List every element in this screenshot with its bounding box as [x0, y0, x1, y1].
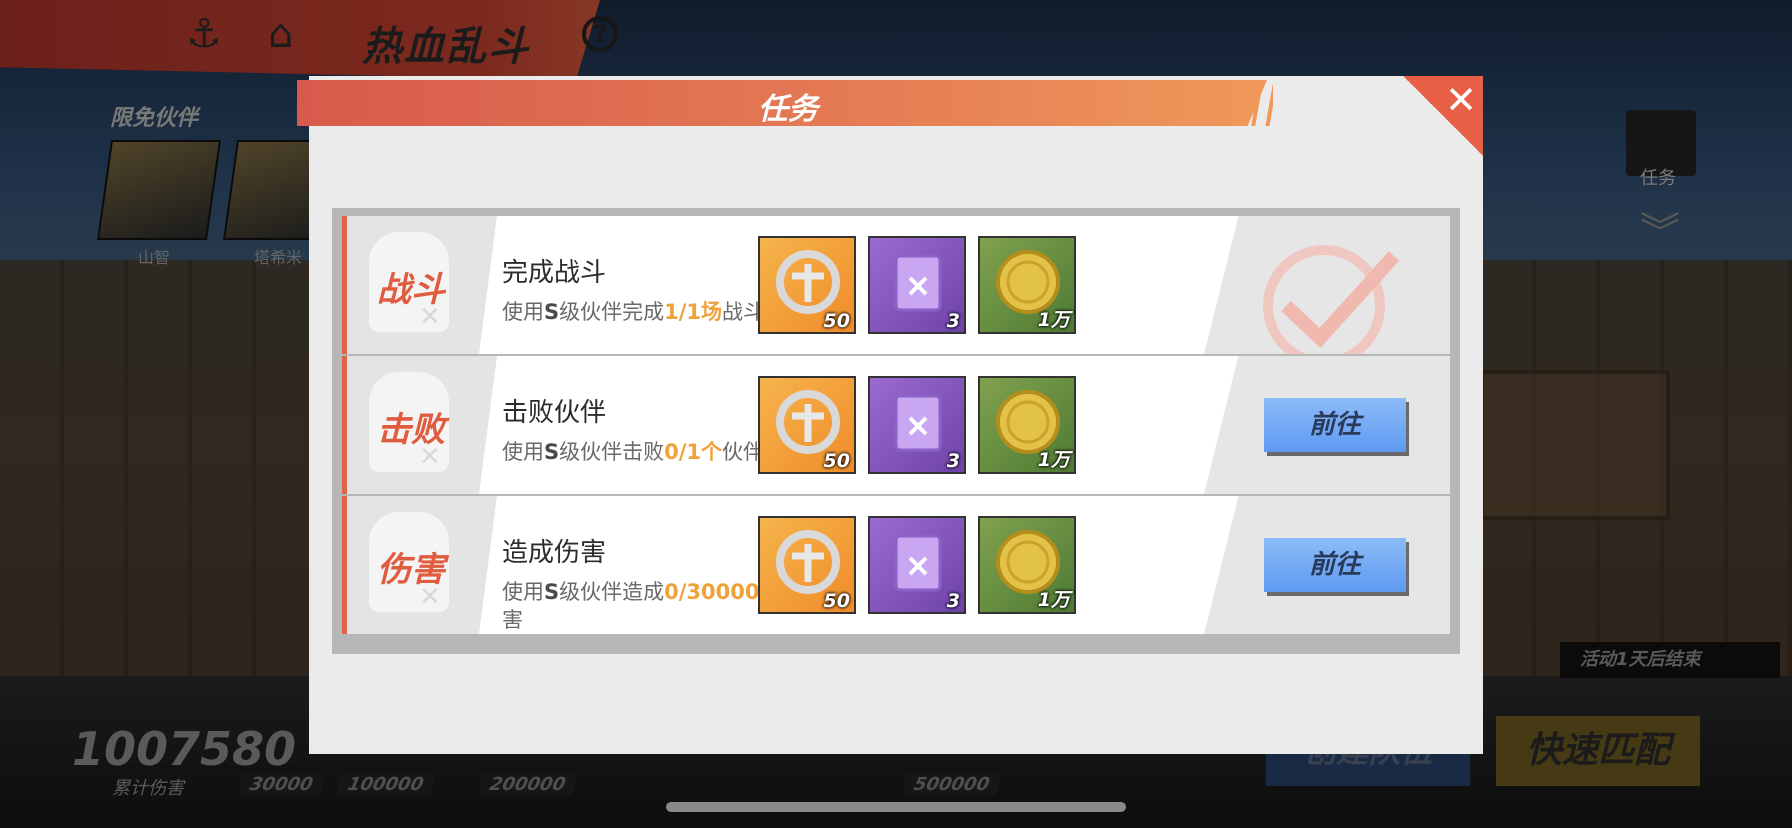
row-accent	[342, 356, 347, 494]
badge-icon	[776, 250, 840, 314]
badge-icon	[776, 530, 840, 594]
task-progress: 0/1	[664, 440, 702, 464]
task-tag: ✕ 伤害	[347, 496, 497, 634]
reward-count: 3	[946, 590, 960, 612]
reward-item[interactable]: 3	[868, 516, 966, 614]
task-progress: 0/30000	[664, 580, 760, 604]
reward-count: 3	[946, 310, 960, 332]
close-button[interactable]: ✕	[1403, 76, 1483, 156]
badge-icon	[776, 390, 840, 454]
task-tag: ✕ 战斗	[347, 216, 497, 354]
task-tag-label: 战斗	[377, 270, 445, 310]
reward-item[interactable]: 1万	[978, 376, 1076, 474]
task-modal: 任务 ✕ ✕ 战斗 完成战斗 使用S级伙伴完成1/1场战斗 50 3 1万 ✕ …	[297, 76, 1483, 754]
modal-title: 任务	[758, 92, 818, 127]
reward-item[interactable]: 50	[758, 516, 856, 614]
close-icon[interactable]: ✕	[1445, 78, 1477, 122]
go-button[interactable]: 前往	[1264, 538, 1406, 592]
task-list: ✕ 战斗 完成战斗 使用S级伙伴完成1/1场战斗 50 3 1万 ✕ 击败 击败…	[332, 208, 1460, 654]
row-accent	[342, 496, 347, 634]
reward-item[interactable]: 1万	[978, 236, 1076, 334]
reward-count: 50	[823, 590, 850, 612]
task-row: ✕ 战斗 完成战斗 使用S级伙伴完成1/1场战斗 50 3 1万	[342, 216, 1450, 354]
exp-book-icon	[894, 534, 942, 592]
reward-count: 1万	[1037, 449, 1070, 471]
reward-count: 1万	[1037, 589, 1070, 611]
go-button[interactable]: 前往	[1264, 398, 1406, 452]
task-tag-label: 击败	[377, 410, 445, 450]
task-tag: ✕ 击败	[347, 356, 497, 494]
exp-book-icon	[894, 254, 942, 312]
task-name: 击败伙伴	[502, 398, 607, 428]
completed-check-icon	[1263, 245, 1400, 354]
reward-item[interactable]: 50	[758, 236, 856, 334]
reward-item[interactable]: 50	[758, 376, 856, 474]
task-name: 完成战斗	[502, 258, 607, 288]
task-row: ✕ 伤害 造成伤害 使用S级伙伴造成0/30000点伤害 50 3	[342, 496, 1450, 634]
reward-count: 50	[823, 450, 850, 472]
reward-count: 1万	[1037, 309, 1070, 331]
home-indicator[interactable]	[666, 802, 1126, 812]
task-name: 造成伤害	[502, 538, 607, 568]
reward-item[interactable]: 3	[868, 236, 966, 334]
exp-book-icon	[894, 394, 942, 452]
reward-item[interactable]: 3	[868, 376, 966, 474]
task-progress: 1/1	[664, 300, 702, 324]
reward-item[interactable]: 1万	[978, 516, 1076, 614]
task-tag-label: 伤害	[377, 550, 445, 590]
task-row: ✕ 击败 击败伙伴 使用S级伙伴击败0/1个伙伴 50 3 1万 前往	[342, 356, 1450, 494]
reward-count: 3	[946, 450, 960, 472]
row-accent	[342, 216, 347, 354]
reward-count: 50	[823, 310, 850, 332]
